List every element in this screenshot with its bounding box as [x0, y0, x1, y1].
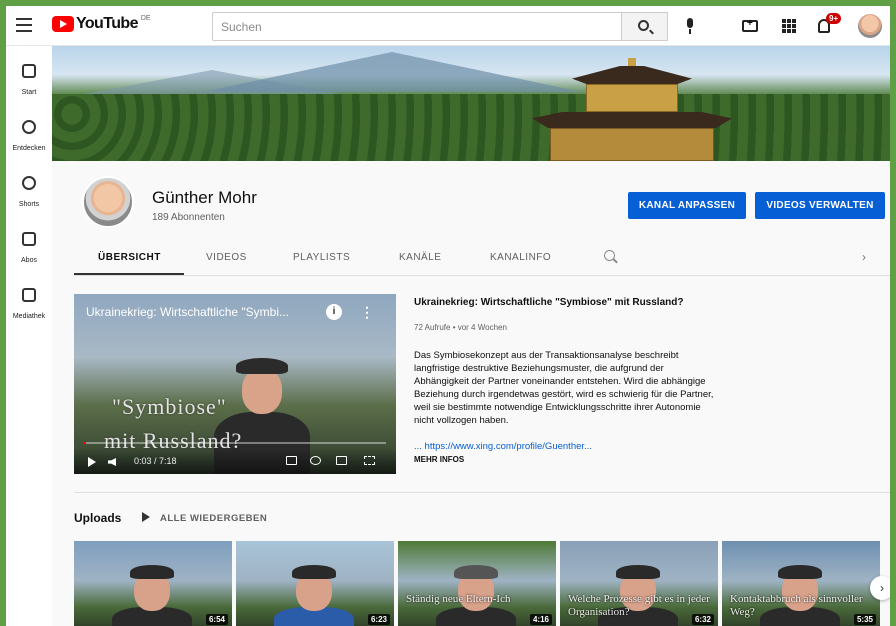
search-icon	[638, 20, 649, 31]
youtube-logo[interactable]: YouTube DE	[52, 15, 151, 33]
shorts-icon	[22, 176, 36, 190]
sidebar-item-label: Entdecken	[12, 145, 46, 152]
sidebar-item-label: Start	[21, 89, 37, 96]
manage-videos-button[interactable]: VIDEOS VERWALTEN	[755, 192, 885, 219]
tab-videos[interactable]: VIDEOS	[206, 252, 247, 263]
sidebar-item-shorts[interactable]: Shorts	[6, 176, 52, 211]
sidebar-item-label: Abos	[21, 257, 37, 264]
active-tab-indicator	[74, 273, 184, 275]
video-overlay-text: "Symbiose"	[112, 394, 227, 419]
featured-video-meta: 72 Aufrufe • vor 4 Wochen	[414, 323, 507, 332]
player-title[interactable]: Ukrainekrieg: Wirtschaftliche "Symbi...	[86, 305, 289, 319]
sidebar-item-label: Mediathek	[12, 313, 46, 320]
sidebar-item-label: Shorts	[18, 201, 40, 208]
sidebar-item-abos[interactable]: Abos	[6, 232, 52, 267]
video-thumbnail[interactable]: Kontaktabbruch als sinnvoller Weg? 5:35	[722, 541, 880, 626]
featured-video-description: Das Symbiosekonzept aus der Transaktions…	[414, 350, 714, 426]
sidebar-item-entdecken[interactable]: Entdecken	[6, 120, 52, 155]
subscriber-count: 189 Abonnenten	[152, 212, 225, 223]
video-duration: 4:16	[529, 614, 552, 625]
channel-banner	[52, 46, 890, 161]
tab-kanaele[interactable]: KANÄLE	[399, 252, 441, 263]
microphone-icon[interactable]	[686, 18, 694, 34]
video-duration: 6:23	[367, 614, 390, 625]
create-video-icon[interactable]	[742, 18, 758, 32]
video-thumbnail[interactable]: 6:54	[74, 541, 232, 626]
channel-avatar[interactable]	[82, 176, 134, 228]
thumbnail-overlay-text: Welche Prozesse gibt es in jeder Organis…	[568, 593, 710, 618]
logo-text: YouTube	[76, 15, 138, 32]
mini-sidebar: Start Entdecken Shorts Abos Mediathek	[6, 46, 52, 626]
featured-video-link[interactable]: ... https://www.xing.com/profile/Guenthe…	[414, 441, 592, 452]
fullscreen-icon[interactable]	[364, 456, 375, 465]
youtube-play-icon	[52, 16, 74, 32]
banner-pavilion	[522, 58, 742, 161]
more-options-icon[interactable]: ⋮	[360, 304, 374, 321]
miniplayer-icon[interactable]	[336, 456, 347, 465]
library-icon	[22, 288, 36, 302]
progress-bar[interactable]	[84, 442, 386, 444]
video-duration: 6:54	[205, 614, 228, 625]
tab-playlists[interactable]: PLAYLISTS	[293, 252, 350, 263]
channel-tabs: ÜBERSICHT VIDEOS PLAYLISTS KANÄLE KANALI…	[74, 242, 890, 276]
apps-grid-icon[interactable]	[782, 19, 796, 33]
hamburger-menu-icon[interactable]	[16, 18, 32, 32]
tab-kanalinfo[interactable]: KANALINFO	[490, 252, 551, 263]
thumbnail-overlay-text: Ständig neue Eltern-Ich	[406, 593, 511, 605]
account-avatar[interactable]	[858, 14, 882, 38]
volume-icon[interactable]	[108, 458, 116, 466]
search-button[interactable]	[622, 12, 668, 41]
tab-uebersicht[interactable]: ÜBERSICHT	[98, 252, 161, 263]
playback-time: 0:03 / 7:18	[134, 456, 177, 466]
customize-channel-button[interactable]: KANAL ANPASSEN	[628, 192, 746, 219]
more-info-link[interactable]: MEHR INFOS	[414, 455, 464, 464]
play-icon[interactable]	[88, 457, 96, 467]
uploads-title[interactable]: Uploads	[74, 511, 121, 525]
featured-video-player[interactable]: "Symbiose" mit Russland? Ukrainekrieg: W…	[74, 294, 396, 474]
video-thumbnail[interactable]: Welche Prozesse gibt es in jeder Organis…	[560, 541, 718, 626]
youtube-window: YouTube DE 9+ Start Entdecken Shorts Abo…	[6, 6, 890, 626]
video-thumbnail[interactable]: 6:23	[236, 541, 394, 626]
channel-search-icon[interactable]	[604, 250, 615, 261]
player-controls: 0:03 / 7:18	[74, 448, 396, 474]
channel-name: Günther Mohr	[152, 188, 257, 207]
play-all-button[interactable]: ALLE WIEDERGEBEN	[160, 513, 267, 524]
video-duration: 5:35	[853, 614, 876, 625]
info-icon[interactable]: i	[326, 304, 342, 320]
subtitles-icon[interactable]	[286, 456, 297, 465]
search-input[interactable]	[212, 12, 622, 41]
video-thumbnail[interactable]: Ständig neue Eltern-Ich 4:16	[398, 541, 556, 626]
video-duration: 6:32	[691, 614, 714, 625]
subscriptions-icon	[22, 232, 36, 246]
sidebar-item-mediathek[interactable]: Mediathek	[6, 288, 52, 323]
thumbnail-overlay-text: Kontaktabbruch als sinnvoller Weg?	[730, 593, 863, 618]
sidebar-item-start[interactable]: Start	[6, 64, 52, 99]
logo-country: DE	[140, 14, 151, 22]
settings-gear-icon[interactable]	[310, 456, 321, 465]
featured-video-title[interactable]: Ukrainekrieg: Wirtschaftliche "Symbiose"…	[414, 297, 683, 308]
home-icon	[22, 64, 36, 78]
play-all-icon[interactable]	[142, 512, 150, 522]
top-bar: YouTube DE 9+	[6, 6, 890, 46]
banner-trees	[52, 94, 890, 161]
chevron-right-icon[interactable]: ›	[862, 250, 866, 264]
progress-fill	[84, 442, 87, 444]
compass-icon	[22, 120, 36, 134]
next-arrow-button[interactable]: ›	[870, 576, 890, 600]
notification-badge: 9+	[826, 13, 842, 24]
section-divider	[74, 492, 890, 493]
